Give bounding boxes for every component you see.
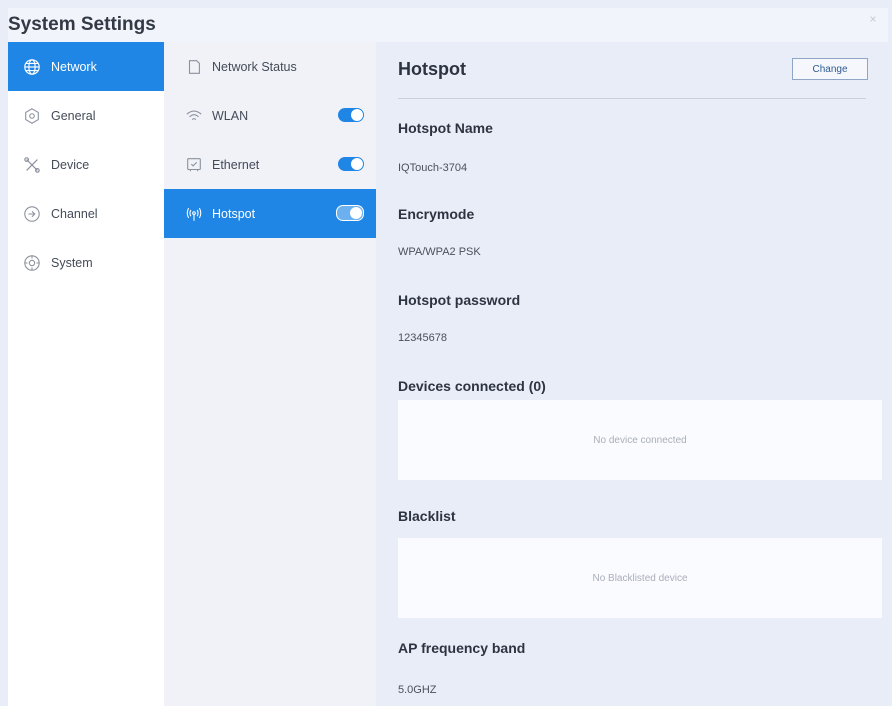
channel-icon <box>22 204 42 224</box>
device-icon <box>22 155 42 175</box>
ap-frequency-band-label: AP frequency band <box>398 640 526 656</box>
hotspot-name-label: Hotspot Name <box>398 120 493 136</box>
subnav-item-hotspot[interactable]: Hotspot <box>164 189 376 238</box>
encrymode-label: Encrymode <box>398 206 475 222</box>
sidebar-item-general[interactable]: General <box>8 91 164 140</box>
subnav-item-label: Hotspot <box>212 206 256 221</box>
subnav-item-wlan[interactable]: WLAN <box>164 91 376 140</box>
ethernet-icon <box>184 155 204 175</box>
subnav-item-network-status[interactable]: Network Status <box>164 42 376 91</box>
password-value: 12345678 <box>398 332 447 344</box>
system-icon <box>22 253 42 273</box>
blacklist-list: No Blacklisted device <box>398 538 882 618</box>
toggle-knob <box>351 109 363 121</box>
general-icon <box>22 106 42 126</box>
hotspot-name-value: IQTouch-3704 <box>398 162 468 174</box>
wifi-icon <box>184 106 204 126</box>
ap-frequency-band-value: 5.0GHZ <box>398 684 437 696</box>
network-subnav: Network Status WLAN Ethernet Hotspot <box>164 42 376 706</box>
detail-header: Hotspot Change <box>398 42 868 99</box>
sidebar-item-label: Network <box>51 59 97 74</box>
category-sidebar: Network General Device Channel System <box>8 42 164 706</box>
close-icon[interactable]: × <box>866 12 880 26</box>
sidebar-item-system[interactable]: System <box>8 238 164 287</box>
sidebar-item-label: Device <box>51 157 90 172</box>
sidebar-item-label: General <box>51 108 96 123</box>
wlan-toggle[interactable] <box>338 108 364 122</box>
sidebar-item-channel[interactable]: Channel <box>8 189 164 238</box>
globe-icon <box>22 57 42 77</box>
toggle-knob <box>350 207 362 219</box>
network-status-icon <box>184 57 204 77</box>
hotspot-toggle[interactable] <box>336 205 364 221</box>
encrymode-value: WPA/WPA2 PSK <box>398 246 481 258</box>
hotspot-icon <box>184 204 204 224</box>
sidebar-item-network[interactable]: Network <box>8 42 164 91</box>
subnav-item-label: WLAN <box>212 108 249 123</box>
sidebar-item-device[interactable]: Device <box>8 140 164 189</box>
ethernet-toggle[interactable] <box>338 157 364 171</box>
password-label: Hotspot password <box>398 292 521 308</box>
page-title: Hotspot <box>398 59 466 79</box>
sidebar-item-label: System <box>51 255 93 270</box>
hotspot-detail-panel: Hotspot Change Hotspot Name IQTouch-3704… <box>376 42 888 706</box>
change-button[interactable]: Change <box>792 58 868 80</box>
subnav-item-ethernet[interactable]: Ethernet <box>164 140 376 189</box>
subnav-item-label: Ethernet <box>212 157 260 172</box>
blacklist-label: Blacklist <box>398 508 456 524</box>
devices-connected-label: Devices connected (0) <box>398 378 546 394</box>
blacklist-empty-text: No Blacklisted device <box>592 572 688 584</box>
devices-connected-list: No device connected <box>398 400 882 480</box>
subnav-item-label: Network Status <box>212 59 297 74</box>
toggle-knob <box>351 158 363 170</box>
sidebar-item-label: Channel <box>51 206 98 221</box>
devices-empty-text: No device connected <box>593 434 687 446</box>
window-title: System Settings <box>8 14 156 35</box>
settings-window: System Settings × Network General Device… <box>8 8 888 706</box>
